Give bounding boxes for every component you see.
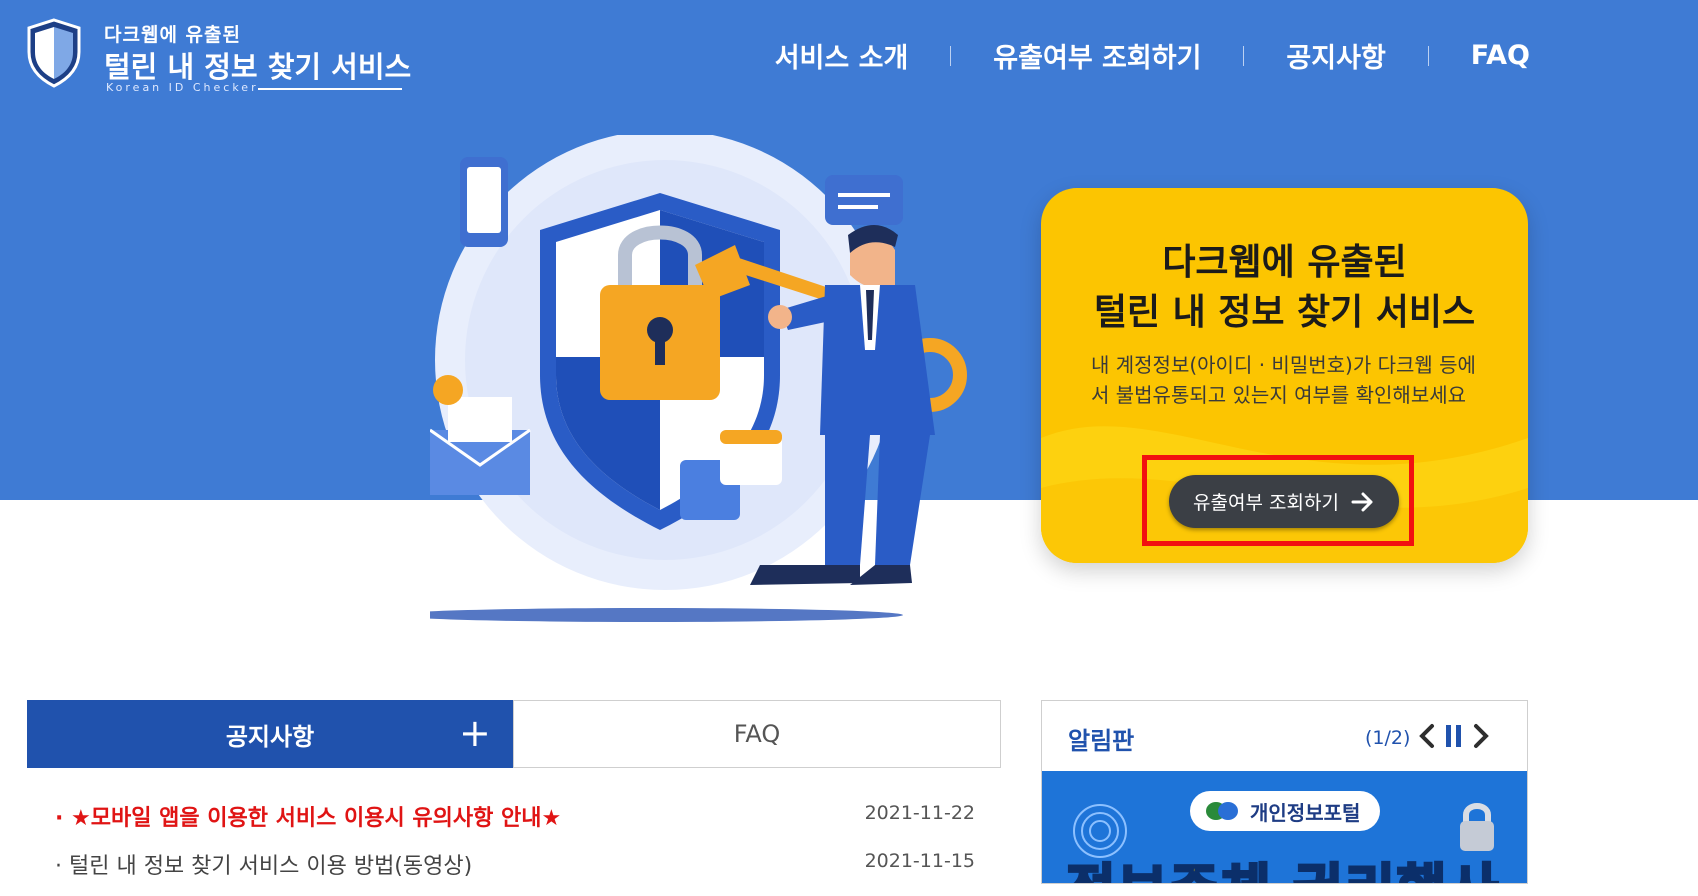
notice-faq-tabs: 공지사항 + FAQ [27, 700, 1001, 768]
nav-divider [1243, 45, 1245, 66]
leak-check-button[interactable]: 유출여부 조회하기 [1169, 475, 1399, 528]
security-illustration [430, 135, 967, 622]
pause-icon[interactable] [1443, 723, 1465, 749]
leak-check-button-label: 유출여부 조회하기 [1193, 492, 1339, 514]
notice-title[interactable]: · ★모바일 앱을 이용한 서비스 이용시 유의사항 안내★ [55, 800, 561, 832]
board-banner[interactable]: 개인정보포털 정보주체 권리행사 [1042, 771, 1527, 884]
board-page-indicator: (1/2) [1365, 727, 1411, 749]
banner-headline: 정보주체 권리행사 [1064, 845, 1500, 884]
tab-faq[interactable]: FAQ [513, 700, 1001, 768]
shield-logo-icon [27, 18, 81, 88]
notice-list: · ★모바일 앱을 이용한 서비스 이용시 유의사항 안내★ 2021-11-2… [55, 800, 975, 896]
main-nav: 서비스 소개 유출여부 조회하기 공지사항 FAQ [775, 36, 1530, 75]
board-title: 알림판 [1068, 727, 1135, 755]
card-title-line1: 다크웹에 유출된 [1162, 242, 1407, 283]
nav-item-notice[interactable]: 공지사항 [1286, 36, 1385, 75]
arrow-right-icon [1351, 492, 1373, 511]
tab-faq-label: FAQ [733, 720, 781, 748]
notice-board: 알림판 (1/2) 개인정보포털 정보주체 권리 [1041, 700, 1528, 884]
chevron-left-icon[interactable] [1417, 723, 1437, 749]
nav-divider [1427, 45, 1429, 66]
card-title-line2: 털린 내 정보 찾기 서비스 [1093, 292, 1476, 333]
plus-icon[interactable]: + [459, 710, 491, 756]
notice-title[interactable]: · 털린 내 정보 찾기 서비스 이용 방법(동영상) [55, 848, 472, 880]
logo-subtitle: Korean ID Checker [106, 81, 259, 94]
nav-divider [950, 45, 952, 66]
logo-line2: 털린 내 정보 찾기 서비스 [104, 50, 412, 84]
tab-notice[interactable]: 공지사항 [27, 700, 513, 768]
nav-item-leak-check[interactable]: 유출여부 조회하기 [993, 36, 1201, 75]
privacy-portal-logo-icon [1206, 802, 1238, 820]
logo-underline [258, 88, 402, 90]
banner-pill-text: 개인정보포털 [1250, 800, 1361, 825]
site-logo[interactable]: 다크웹에 유출된 털린 내 정보 찾기 서비스 Korean ID Checke… [26, 18, 411, 96]
logo-line1: 다크웹에 유출된 [104, 24, 241, 46]
site-header: 다크웹에 유출된 털린 내 정보 찾기 서비스 Korean ID Checke… [0, 0, 1698, 110]
chevron-right-icon[interactable] [1471, 723, 1491, 749]
list-item[interactable]: · ★모바일 앱을 이용한 서비스 이용시 유의사항 안내★ 2021-11-2… [55, 800, 975, 848]
notice-date: 2021-11-22 [864, 802, 975, 824]
card-title: 다크웹에 유출된 털린 내 정보 찾기 서비스 [1041, 238, 1528, 338]
notice-date: 2021-11-15 [864, 850, 975, 872]
card-description: 내 계정정보(아이디 · 비밀번호)가 다크웹 등에서 불법유통되고 있는지 여… [1091, 353, 1476, 407]
board-controls [1417, 723, 1491, 749]
banner-pill: 개인정보포털 [1190, 791, 1380, 831]
nav-item-service-intro[interactable]: 서비스 소개 [775, 36, 909, 75]
list-item[interactable]: · 털린 내 정보 찾기 서비스 이용 방법(동영상) 2021-11-15 [55, 848, 975, 896]
nav-item-faq[interactable]: FAQ [1471, 40, 1530, 71]
tab-notice-label: 공지사항 [225, 722, 315, 751]
